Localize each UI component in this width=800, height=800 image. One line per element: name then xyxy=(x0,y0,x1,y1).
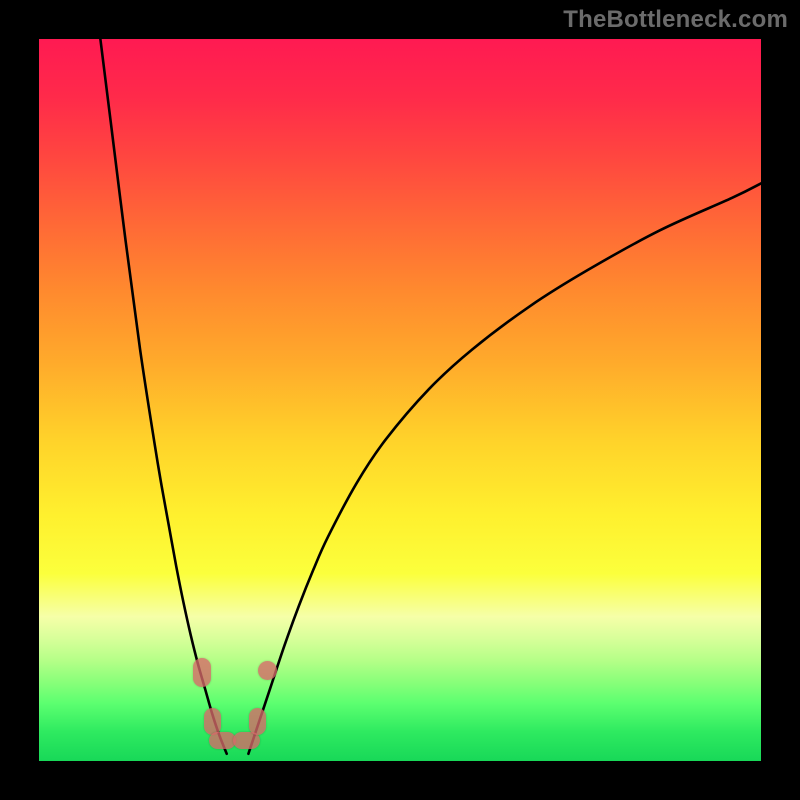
chart-frame: TheBottleneck.com xyxy=(0,0,800,800)
bottleneck-marker xyxy=(204,708,221,735)
bottleneck-marker xyxy=(249,708,266,735)
plot-area xyxy=(39,39,761,761)
bottleneck-marker xyxy=(258,661,277,680)
bottleneck-marker xyxy=(193,658,211,687)
curve-right-branch xyxy=(248,183,761,753)
bottleneck-marker xyxy=(233,732,260,749)
bottleneck-marker xyxy=(209,732,236,749)
brand-watermark: TheBottleneck.com xyxy=(563,6,788,34)
curve-layer xyxy=(39,39,761,761)
curve-left-branch xyxy=(100,39,226,754)
